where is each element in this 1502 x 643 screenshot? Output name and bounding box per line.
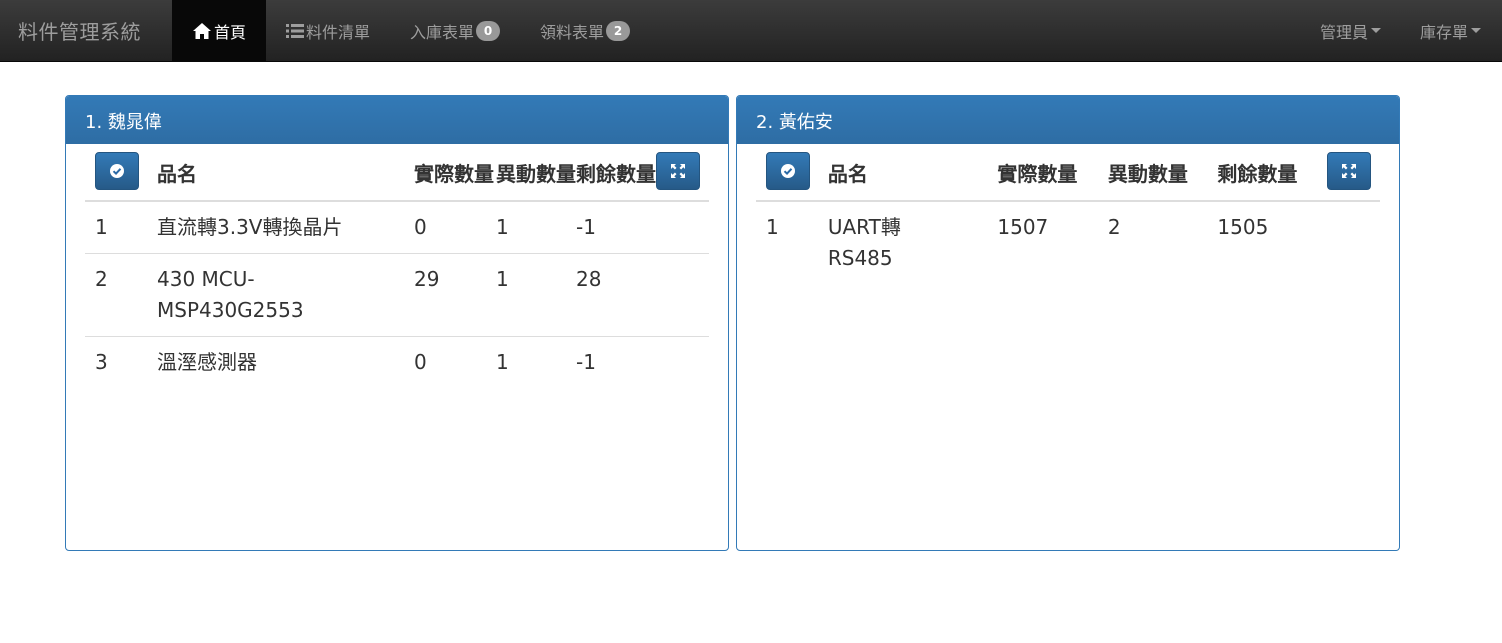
header-expand <box>1327 144 1380 202</box>
row-name: UART轉 RS485 <box>827 215 901 270</box>
row-name: 430 MCU-MSP430G2553 <box>157 253 414 337</box>
header-confirm <box>756 144 828 202</box>
header-change: 異動數量 <box>496 144 576 202</box>
requisition-panel: 2. 黃佑安 品名 實際數量 異動數量 剩餘數量 1 UART轉 RS485 1… <box>736 95 1400 551</box>
nav-admin-label: 管理員 <box>1319 22 1368 42</box>
brand-title[interactable]: 料件管理系統 <box>18 16 141 45</box>
requisition-table: 品名 實際數量 異動數量 剩餘數量 <box>756 144 1380 284</box>
nav-parts-list[interactable]: 料件清單 <box>266 0 390 61</box>
row-remaining: 28 <box>576 253 656 337</box>
table-header-row: 品名 實際數量 異動數量 剩餘數量 <box>85 144 709 202</box>
list-icon <box>286 23 305 39</box>
row-remaining: -1 <box>576 215 596 239</box>
header-actual: 實際數量 <box>414 144 496 202</box>
expand-icon <box>1342 164 1356 178</box>
panel-title: 2. 黃佑安 <box>737 96 1399 144</box>
table-row: 1 直流轉3.3V轉換晶片 0 1 -1 <box>85 201 709 254</box>
caret-down-icon <box>1471 28 1481 33</box>
table-row: 2 430 MCU-MSP430G2553 29 1 28 <box>85 253 709 337</box>
nav-requisition-label: 領料表單 <box>540 22 605 42</box>
row-index: 3 <box>85 336 157 388</box>
nav-inbound[interactable]: 入庫表單 0 <box>390 0 520 61</box>
row-actual: 0 <box>414 215 427 239</box>
main-nav: 首頁 料件清單 入庫表單 0 領料表單 2 <box>172 0 650 61</box>
nav-home[interactable]: 首頁 <box>172 0 267 61</box>
nav-inventory-label: 庫存單 <box>1419 22 1468 42</box>
row-name: 直流轉3.3V轉換晶片 <box>157 215 343 239</box>
row-change: 1 <box>496 253 576 337</box>
row-index: 1 <box>95 215 108 239</box>
table-row: 3 溫溼感測器 0 1 -1 <box>85 336 709 388</box>
requisition-count-badge: 2 <box>606 20 631 41</box>
row-change: 1 <box>496 336 576 388</box>
table-row: 1 UART轉 RS485 1507 2 1505 <box>756 201 1380 284</box>
row-change: 1 <box>496 215 509 239</box>
panel-body: 品名 實際數量 異動數量 剩餘數量 <box>66 144 728 388</box>
inbound-count-badge: 0 <box>476 20 501 41</box>
requisition-table: 品名 實際數量 異動數量 剩餘數量 <box>85 144 709 388</box>
row-change: 2 <box>1107 215 1121 239</box>
expand-button[interactable] <box>656 152 700 190</box>
requisition-panel: 1. 魏晁偉 品名 實際數量 異動數量 剩餘數量 1 直流轉3.3V轉換晶片 0… <box>65 95 729 551</box>
row-actual: 0 <box>414 336 496 388</box>
navbar: 料件管理系統 首頁 料件清單 入庫表單 0 領料表單 2 管理員 庫存單 <box>0 0 1502 62</box>
table-header-row: 品名 實際數量 異動數量 剩餘數量 <box>756 144 1380 202</box>
nav-parts-list-label: 料件清單 <box>306 22 371 42</box>
header-name: 品名 <box>827 144 998 202</box>
confirm-button[interactable] <box>766 152 810 190</box>
row-index: 1 <box>766 215 779 239</box>
header-remaining: 剩餘數量 <box>576 144 656 202</box>
confirm-button[interactable] <box>95 152 139 190</box>
row-remaining: -1 <box>576 336 656 388</box>
expand-button[interactable] <box>1327 152 1371 190</box>
panel-body: 品名 實際數量 異動數量 剩餘數量 <box>737 144 1399 284</box>
nav-inventory-dropdown[interactable]: 庫存單 <box>1402 0 1502 61</box>
header-change: 異動數量 <box>1107 144 1218 202</box>
panel-title: 1. 魏晁偉 <box>66 96 728 144</box>
caret-down-icon <box>1370 28 1381 33</box>
check-circle-icon <box>110 164 124 178</box>
expand-icon <box>671 164 685 178</box>
header-remaining: 剩餘數量 <box>1217 144 1327 202</box>
nav-home-label: 首頁 <box>214 22 247 42</box>
header-name: 品名 <box>157 144 414 202</box>
row-remaining: 1505 <box>1217 215 1269 239</box>
header-expand <box>656 144 709 202</box>
row-index: 2 <box>85 253 157 337</box>
header-actual: 實際數量 <box>997 144 1108 202</box>
row-name: 溫溼感測器 <box>157 336 414 388</box>
home-icon <box>192 22 212 40</box>
right-nav: 管理員 庫存單 <box>1302 0 1502 61</box>
header-confirm <box>85 144 157 202</box>
nav-inbound-label: 入庫表單 <box>410 22 475 42</box>
nav-admin-dropdown[interactable]: 管理員 <box>1302 0 1402 61</box>
row-actual: 1507 <box>997 215 1049 239</box>
row-actual: 29 <box>414 253 496 337</box>
nav-requisition[interactable]: 領料表單 2 <box>520 0 650 61</box>
check-circle-icon <box>781 164 795 178</box>
